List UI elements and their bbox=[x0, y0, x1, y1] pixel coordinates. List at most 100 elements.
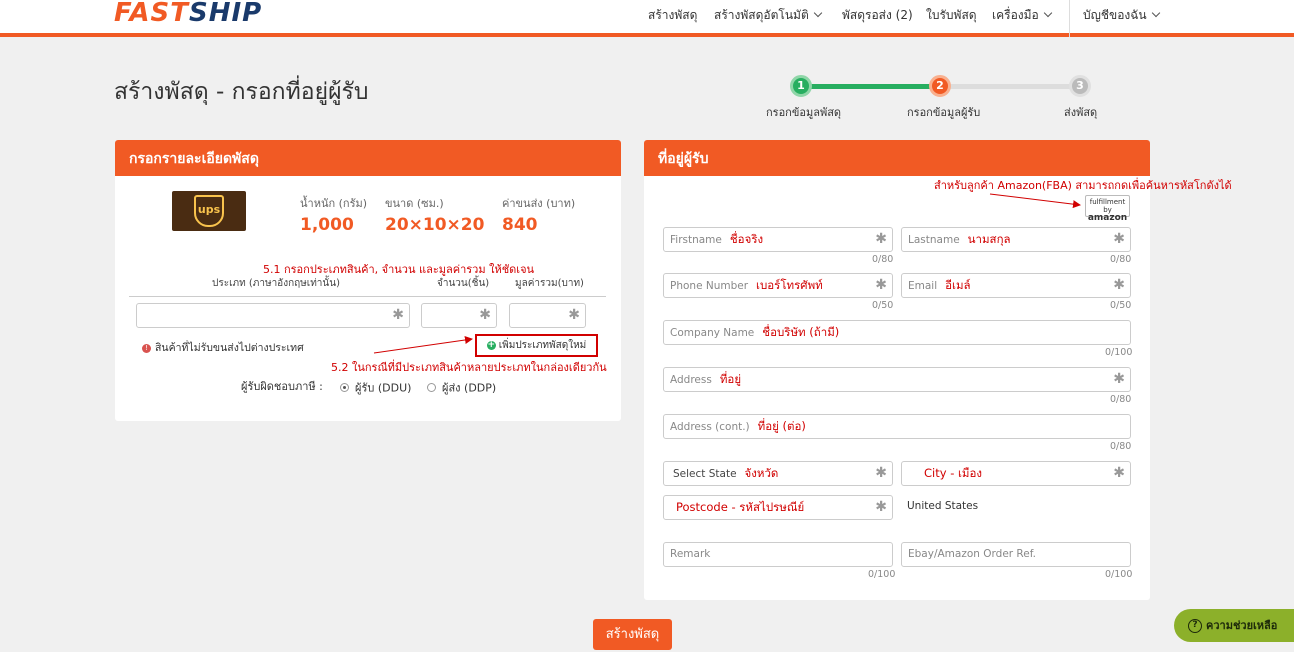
chevron-down-icon bbox=[1043, 8, 1053, 18]
nav-account[interactable]: บัญชีของฉัน bbox=[1083, 6, 1160, 25]
firstname-input[interactable]: Firstname ชื่อจริง ✱ bbox=[663, 227, 893, 252]
address2-hint: ที่อยู่ (ต่อ) bbox=[757, 419, 806, 433]
required-asterisk-icon: ✱ bbox=[1113, 231, 1125, 247]
address-input[interactable]: Address ที่อยู่ ✱ bbox=[663, 367, 1131, 392]
postcode-input[interactable]: Postcode - รหัสไปรษณีย์ ✱ bbox=[663, 495, 893, 520]
annotation-5-2: 5.2 ในกรณีที่มีประเภทสินค้าหลายประเภทในก… bbox=[331, 361, 607, 374]
column-value-label: มูลค่ารวม(บาท) bbox=[515, 278, 584, 289]
fastship-logo[interactable]: FASTSHIP bbox=[114, 0, 262, 28]
required-asterisk-icon: ✱ bbox=[875, 277, 887, 293]
required-asterisk-icon: ✱ bbox=[1113, 277, 1125, 293]
size-value: 20×10×20 bbox=[385, 215, 485, 235]
country-value: United States bbox=[907, 500, 979, 512]
company-input[interactable]: Company Name ชื่อบริษัท (ถ้ามี) bbox=[663, 320, 1131, 345]
state-hint: จังหวัด bbox=[744, 466, 779, 480]
required-asterisk-icon: ✱ bbox=[392, 307, 404, 323]
step-1-label: กรอกข้อมูลพัสดุ bbox=[766, 106, 842, 119]
required-asterisk-icon: ✱ bbox=[568, 307, 580, 323]
logo-part-1: FAST bbox=[114, 0, 189, 28]
amazon-logo: amazon bbox=[1087, 213, 1128, 223]
remark-input[interactable]: Remark bbox=[663, 542, 893, 567]
state-placeholder: Select State bbox=[673, 468, 737, 480]
page-title: สร้างพัสดุ - กรอกที่อยู่ผู้รับ bbox=[114, 79, 369, 105]
firstname-placeholder: Firstname bbox=[670, 234, 722, 246]
required-asterisk-icon: ✱ bbox=[1113, 371, 1125, 387]
stepper-line-pending bbox=[940, 84, 1080, 89]
nav-tools[interactable]: เครื่องมือ bbox=[992, 6, 1053, 25]
email-placeholder: Email bbox=[908, 280, 938, 292]
logo-part-2: SHIP bbox=[189, 0, 263, 28]
order-ref-input[interactable]: Ebay/Amazon Order Ref. bbox=[901, 542, 1131, 567]
parcel-details-panel: กรอกรายละเอียดพัสดุ ups น้ำหนัก (กรัม) 1… bbox=[115, 140, 621, 421]
recipient-address-header: ที่อยู่ผู้รับ bbox=[644, 140, 1150, 176]
address-placeholder: Address bbox=[670, 374, 712, 386]
nav-create-parcel[interactable]: สร้างพัสดุ bbox=[648, 6, 697, 25]
alert-icon: ! bbox=[142, 343, 151, 353]
duty-ddp-label: ผู้ส่ง (DDP) bbox=[442, 381, 497, 395]
state-select[interactable]: Select State จังหวัด ✱ bbox=[663, 461, 893, 486]
step-3-label: ส่งพัสดุ bbox=[1064, 106, 1098, 119]
step-2-circle: 2 bbox=[929, 75, 951, 97]
chevron-down-icon bbox=[813, 8, 822, 18]
nav-create-auto[interactable]: สร้างพัสดุอัตโนมัติ bbox=[714, 6, 822, 25]
step-1-circle: 1 bbox=[790, 75, 812, 97]
order-ref-placeholder: Ebay/Amazon Order Ref. bbox=[908, 548, 1036, 560]
nav-pending-parcels[interactable]: พัสดุรอส่ง (2) bbox=[842, 6, 913, 25]
city-select[interactable]: City - เมือง ✱ bbox=[901, 461, 1131, 486]
item-value-input[interactable]: ✱ bbox=[509, 303, 586, 328]
duty-payer-label: ผู้รับผิดชอบภาษี : bbox=[241, 380, 323, 393]
company-placeholder: Company Name bbox=[670, 327, 755, 339]
duty-ddp-option[interactable]: ผู้ส่ง (DDP) bbox=[427, 377, 496, 397]
required-asterisk-icon: ✱ bbox=[875, 465, 887, 481]
chevron-down-icon bbox=[1151, 8, 1160, 18]
address2-counter: 0/80 bbox=[1110, 441, 1132, 452]
shipping-cost-label: ค่าขนส่ง (บาท) bbox=[502, 197, 576, 210]
add-item-type-button[interactable]: + เพิ่มประเภทพัสดุใหม่ bbox=[475, 334, 598, 357]
lastname-input[interactable]: Lastname นามสกุล ✱ bbox=[901, 227, 1131, 252]
company-counter: 0/100 bbox=[1105, 347, 1133, 358]
help-button[interactable]: ? ความช่วยเหลือ bbox=[1174, 609, 1294, 642]
address2-input[interactable]: Address (cont.) ที่อยู่ (ต่อ) bbox=[663, 414, 1131, 439]
address-hint: ที่อยู่ bbox=[719, 372, 742, 386]
phone-hint: เบอร์โทรศัพท์ bbox=[756, 278, 823, 292]
stepper-line-done bbox=[800, 84, 940, 89]
phone-input[interactable]: Phone Number เบอร์โทรศัพท์ ✱ bbox=[663, 273, 893, 298]
amazon-fba-button[interactable]: fulfillment by amazon bbox=[1085, 195, 1130, 223]
radio-unselected-icon bbox=[427, 383, 436, 392]
city-hint: City - เมือง bbox=[924, 466, 983, 480]
column-type-label: ประเภท (ภาษาอังกฤษเท่านั้น) bbox=[212, 278, 340, 289]
address2-placeholder: Address (cont.) bbox=[670, 421, 750, 433]
prohibited-items-text: สินค้าที่ไม่รับขนส่งไปต่างประเทศ bbox=[155, 342, 304, 354]
step-2-label: กรอกข้อมูลผู้รับ bbox=[907, 106, 981, 119]
nav-account-label: บัญชีของฉัน bbox=[1083, 8, 1147, 22]
email-hint: อีเมล์ bbox=[945, 278, 971, 292]
top-navbar: FASTSHIP สร้างพัสดุ สร้างพัสดุอัตโนมัติ … bbox=[0, 0, 1294, 37]
item-qty-input[interactable]: ✱ bbox=[421, 303, 497, 328]
question-icon: ? bbox=[1188, 619, 1202, 633]
company-hint: ชื่อบริษัท (ถ้ามี) bbox=[762, 325, 840, 339]
email-input[interactable]: Email อีเมล์ ✱ bbox=[901, 273, 1131, 298]
shipping-cost-value: 840 bbox=[502, 215, 538, 235]
prohibited-items-link[interactable]: ! สินค้าที่ไม่รับขนส่งไปต่างประเทศ bbox=[142, 339, 304, 356]
phone-placeholder: Phone Number bbox=[670, 280, 749, 292]
duty-ddu-option[interactable]: ผู้รับ (DDU) bbox=[340, 377, 411, 397]
firstname-hint: ชื่อจริง bbox=[729, 232, 764, 246]
required-asterisk-icon: ✱ bbox=[479, 307, 491, 323]
nav-divider bbox=[1069, 0, 1070, 37]
column-qty-label: จำนวน(ชิ้น) bbox=[437, 278, 490, 289]
plus-circle-icon: + bbox=[486, 339, 496, 350]
phone-counter: 0/50 bbox=[872, 300, 894, 311]
step-3-circle: 3 bbox=[1069, 75, 1091, 97]
size-label: ขนาด (ซม.) bbox=[385, 197, 444, 210]
amazon-fba-annotation: สำหรับลูกค้า Amazon(FBA) สามารถกดเพื่อค้… bbox=[934, 179, 1232, 192]
nav-tools-label: เครื่องมือ bbox=[992, 8, 1039, 22]
email-counter: 0/50 bbox=[1110, 300, 1132, 311]
nav-receipt[interactable]: ใบรับพัสดุ bbox=[926, 6, 977, 25]
recipient-address-panel: ที่อยู่ผู้รับ สำหรับลูกค้า Amazon(FBA) ส… bbox=[644, 140, 1232, 600]
item-type-input[interactable]: ✱ bbox=[136, 303, 410, 328]
nav-create-auto-label: สร้างพัสดุอัตโนมัติ bbox=[714, 8, 809, 22]
weight-label: น้ำหนัก (กรัม) bbox=[300, 197, 368, 210]
create-parcel-button[interactable]: สร้างพัสดุ bbox=[593, 619, 672, 650]
lastname-placeholder: Lastname bbox=[908, 234, 960, 246]
help-label: ความช่วยเหลือ bbox=[1206, 619, 1278, 632]
